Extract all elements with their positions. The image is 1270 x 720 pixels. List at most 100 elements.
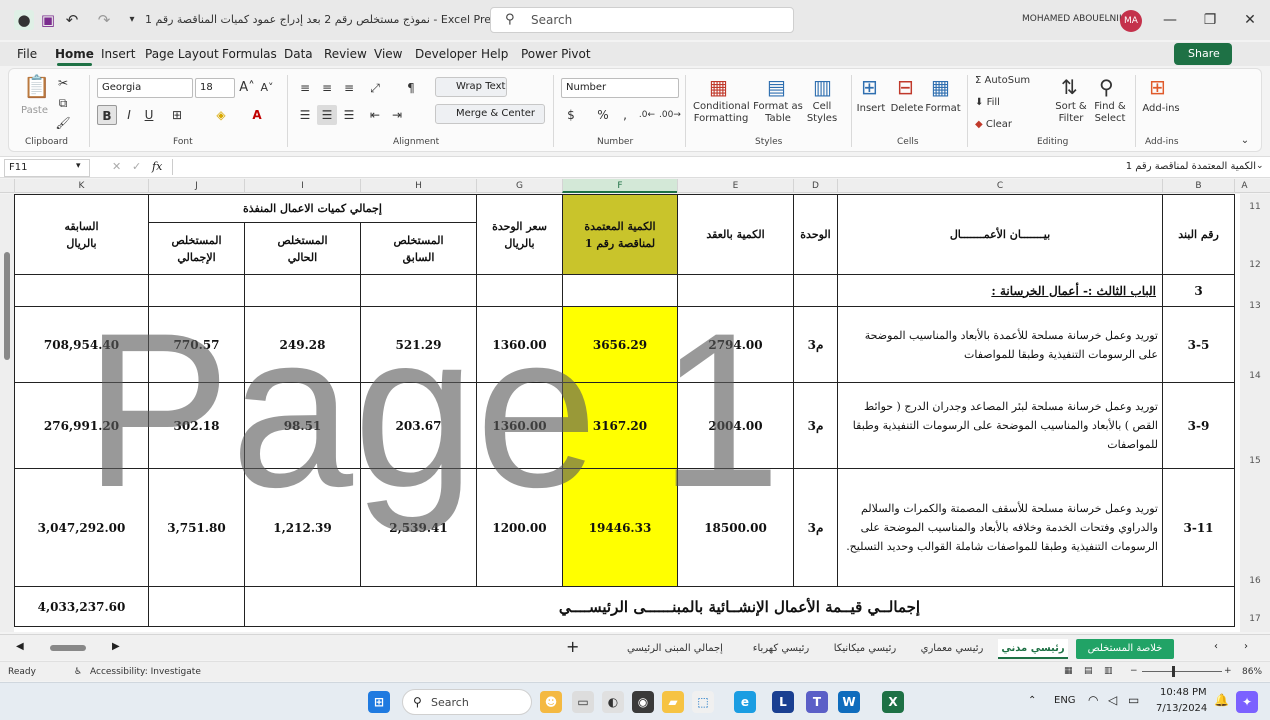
current-extract-cell[interactable]: 98.51	[244, 382, 361, 469]
scroll-right-icon[interactable]: ▶	[112, 641, 120, 652]
share-button[interactable]: Share	[1174, 43, 1232, 65]
tab-power-pivot[interactable]: Power Pivot	[521, 47, 591, 61]
cell[interactable]	[793, 274, 838, 307]
volume-icon[interactable]: ◁	[1108, 693, 1117, 707]
bold-button[interactable]: B	[97, 105, 117, 125]
notification-bell-icon[interactable]: 🔔	[1214, 693, 1229, 707]
font-name-select[interactable]: Georgia	[97, 78, 193, 98]
copy-icon[interactable]: ⧉	[53, 93, 73, 113]
cell[interactable]	[14, 274, 149, 307]
vertical-scrollbar[interactable]	[4, 252, 10, 360]
wrap-text-button[interactable]: Wrap Text	[435, 77, 507, 97]
column-header-b[interactable]: B	[1162, 179, 1234, 193]
function-icon[interactable]: fx	[152, 160, 162, 173]
clear-button[interactable]: ◆ Clear	[975, 119, 1012, 131]
number-format-select[interactable]: Number	[561, 78, 679, 98]
tab-formulas[interactable]: Formulas	[222, 47, 277, 61]
cell[interactable]	[476, 274, 563, 307]
description-cell[interactable]: توريد وعمل خرسانة مسلحة للأعمدة بالأبعاد…	[837, 306, 1163, 383]
format-cells-button[interactable]: Format	[925, 103, 961, 115]
accessibility-status[interactable]: Accessibility: Investigate	[90, 667, 201, 677]
enter-icon[interactable]: ✓	[132, 160, 141, 173]
header-unit[interactable]: الوحدة	[793, 194, 838, 275]
delete-cells-button[interactable]: Delete	[889, 103, 925, 115]
row-header[interactable]: 17	[1240, 614, 1270, 624]
font-size-select[interactable]: 18	[195, 78, 235, 98]
page-break-view-icon[interactable]: ▥	[1104, 666, 1113, 676]
column-header-a[interactable]: A	[1234, 179, 1254, 193]
tab-data[interactable]: Data	[284, 47, 313, 61]
excel-icon[interactable]: X	[882, 691, 904, 713]
header-executed-group[interactable]: إجمالي كميات الاعمال المنفذة	[148, 194, 477, 223]
align-left-icon[interactable]: ☰	[295, 105, 315, 125]
unit-price-cell[interactable]: 1200.00	[476, 468, 563, 587]
sheet-tab-main-building-total[interactable]: إجمالي المبنى الرئيسي	[612, 639, 738, 659]
scroll-left-icon[interactable]: ◀	[16, 641, 24, 652]
item-no-cell[interactable]: 3-9	[1162, 382, 1235, 469]
wifi-icon[interactable]: ◠	[1088, 693, 1098, 707]
approved-qty-cell[interactable]: 19446.33	[562, 468, 678, 587]
search-box[interactable]: ⚲ Search	[490, 7, 794, 33]
total-extract-cell[interactable]: 770.57	[148, 306, 245, 383]
sheet-tab-electrical[interactable]: رئيسي كهرباء	[744, 639, 818, 659]
avatar[interactable]: MA	[1120, 10, 1142, 32]
row-header[interactable]: 11	[1240, 202, 1270, 212]
borders-icon[interactable]: ⊞	[167, 105, 187, 125]
contract-qty-cell[interactable]: 18500.00	[677, 468, 794, 587]
increase-font-icon[interactable]: A˄	[237, 78, 257, 98]
total-label-cell[interactable]: إجمالــي قيــمة الأعمال الإنشــائية بالم…	[244, 586, 1235, 627]
insert-cells-button[interactable]: Insert	[855, 103, 887, 115]
header-item-no[interactable]: رقم البند	[1162, 194, 1235, 275]
cell[interactable]	[562, 274, 678, 307]
redo-icon[interactable]: ↷	[94, 10, 114, 30]
tab-home[interactable]: Home	[55, 47, 94, 66]
fill-color-icon[interactable]: ◈	[211, 105, 231, 125]
item-no-cell[interactable]: 3-5	[1162, 306, 1235, 383]
header-description[interactable]: بيـــــــان الأعمـــــــال	[837, 194, 1163, 275]
cell[interactable]	[677, 274, 794, 307]
increase-decimal-icon[interactable]: .0←	[637, 105, 657, 125]
zoom-slider-thumb[interactable]	[1172, 666, 1175, 677]
page-layout-view-icon[interactable]: ▤	[1084, 666, 1093, 676]
column-header-g[interactable]: G	[476, 179, 562, 193]
header-approved-qty[interactable]: الكمية المعتمدة لمناقصة رقم 1	[562, 194, 678, 275]
header-current-extract[interactable]: المستخلص الحالي	[244, 222, 361, 275]
cell[interactable]	[148, 274, 245, 307]
zoom-slider[interactable]	[1142, 671, 1222, 672]
section-number[interactable]: 3	[1162, 274, 1235, 307]
sheet-tab-summary[interactable]: خلاصة المستخلص	[1076, 639, 1174, 659]
start-icon[interactable]: ⊞	[368, 691, 390, 713]
autosave-toggle-icon[interactable]: ●	[14, 10, 34, 30]
sort-filter-icon[interactable]: ⇅	[1061, 75, 1078, 99]
fill-button[interactable]: ⬇ Fill	[975, 97, 1000, 109]
cut-icon[interactable]: ✂	[53, 73, 73, 93]
language-indicator[interactable]: ENG	[1054, 695, 1076, 706]
taskbar-search[interactable]: ⚲ Search	[402, 689, 532, 715]
name-box-dropdown-icon[interactable]: ▾	[76, 161, 81, 171]
collapse-ribbon-icon[interactable]: ⌄	[1235, 131, 1255, 151]
prev-value-cell[interactable]: 708,954.40	[14, 306, 149, 383]
tab-help[interactable]: Help	[481, 47, 508, 61]
align-top-icon[interactable]: ≡	[295, 78, 315, 98]
autosum-button[interactable]: Σ AutoSum	[975, 75, 1030, 87]
add-sheet-icon[interactable]: +	[566, 637, 579, 656]
sheet-tab-mechanical[interactable]: رئيسي ميكانيكا	[824, 639, 906, 659]
comma-style-icon[interactable]: ,	[615, 105, 635, 125]
tab-view[interactable]: View	[374, 47, 402, 61]
task-view-icon[interactable]: ▭	[572, 691, 594, 713]
column-header-c[interactable]: C	[837, 179, 1162, 193]
orientation-icon[interactable]: ⤢	[365, 78, 385, 98]
underline-button[interactable]: U	[139, 105, 159, 125]
currency-icon[interactable]: $	[561, 105, 581, 125]
current-extract-cell[interactable]: 249.28	[244, 306, 361, 383]
clock-date[interactable]: 7/13/2024	[1156, 703, 1207, 714]
close-icon[interactable]: ✕	[1240, 10, 1260, 30]
header-total-extract[interactable]: المستخلص الإجمالي	[148, 222, 245, 275]
previous-extract-cell[interactable]: 2,539.41	[360, 468, 477, 587]
section-title[interactable]: الباب الثالث :- أعمال الخرسانة :	[837, 274, 1163, 307]
delete-cells-icon[interactable]: ⊟	[897, 75, 914, 99]
unit-price-cell[interactable]: 1360.00	[476, 306, 563, 383]
unit-cell[interactable]: م3	[793, 468, 838, 587]
cell-styles-button[interactable]: Cell Styles	[805, 101, 839, 125]
column-header-f[interactable]: F	[562, 179, 677, 193]
